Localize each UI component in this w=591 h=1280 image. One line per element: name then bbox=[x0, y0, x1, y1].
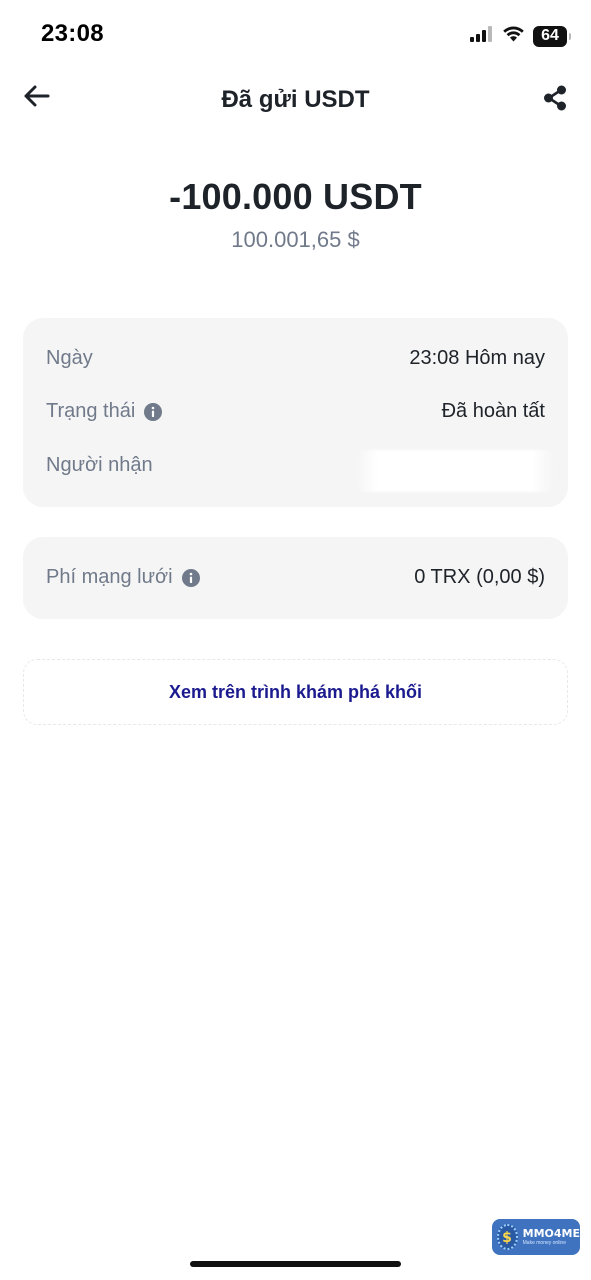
date-value: 23:08 Hôm nay bbox=[409, 347, 545, 369]
home-indicator[interactable] bbox=[190, 1261, 401, 1267]
amount-crypto: -100.000 USDT bbox=[169, 176, 422, 217]
status-label-text: Trạng thái bbox=[46, 400, 136, 422]
network-fee-card: Phí mạng lưới 0 TRX (0,00 $) bbox=[23, 537, 568, 619]
share-icon bbox=[542, 85, 568, 116]
transaction-details-card: Ngày 23:08 Hôm nay Trạng thái Đã hoàn tấ… bbox=[23, 318, 568, 507]
recipient-redacted bbox=[355, 450, 555, 492]
watermark-text: MMO4ME Make money online bbox=[523, 1228, 580, 1246]
info-icon[interactable] bbox=[144, 402, 163, 421]
recipient-label: Người nhận bbox=[46, 454, 153, 477]
battery-level: 64 bbox=[541, 27, 559, 44]
watermark-logo: $ MMO4ME Make money online bbox=[492, 1219, 580, 1255]
date-label: Ngày bbox=[46, 347, 93, 370]
date-label-text: Ngày bbox=[46, 347, 93, 369]
fee-label-text: Phí mạng lưới bbox=[46, 566, 173, 588]
view-on-explorer-button[interactable]: Xem trên trình khám phá khối bbox=[23, 659, 568, 725]
svg-text:$: $ bbox=[502, 1230, 512, 1245]
status-time: 23:08 bbox=[41, 20, 104, 47]
cellular-signal-icon bbox=[470, 25, 494, 47]
amount-fiat: 100.001,65 $ bbox=[231, 227, 360, 252]
wifi-icon bbox=[502, 25, 525, 47]
info-icon[interactable] bbox=[181, 568, 200, 587]
share-button[interactable] bbox=[535, 80, 575, 120]
status-value: Đã hoàn tất bbox=[441, 400, 545, 422]
fee-label: Phí mạng lưới bbox=[46, 566, 200, 589]
dollar-coin-icon: $ bbox=[497, 1224, 518, 1250]
page-title: Đã gửi USDT bbox=[221, 86, 370, 113]
watermark-tagline: Make money online bbox=[522, 1240, 566, 1246]
fee-value: 0 TRX (0,00 $) bbox=[414, 566, 545, 588]
recipient-label-text: Người nhận bbox=[46, 454, 153, 476]
battery-icon: 64 bbox=[533, 25, 571, 47]
status-icons: 64 bbox=[470, 22, 571, 50]
status-label: Trạng thái bbox=[46, 400, 163, 423]
watermark-brand: MMO4ME bbox=[522, 1227, 580, 1240]
explorer-label: Xem trên trình khám phá khối bbox=[168, 681, 423, 702]
